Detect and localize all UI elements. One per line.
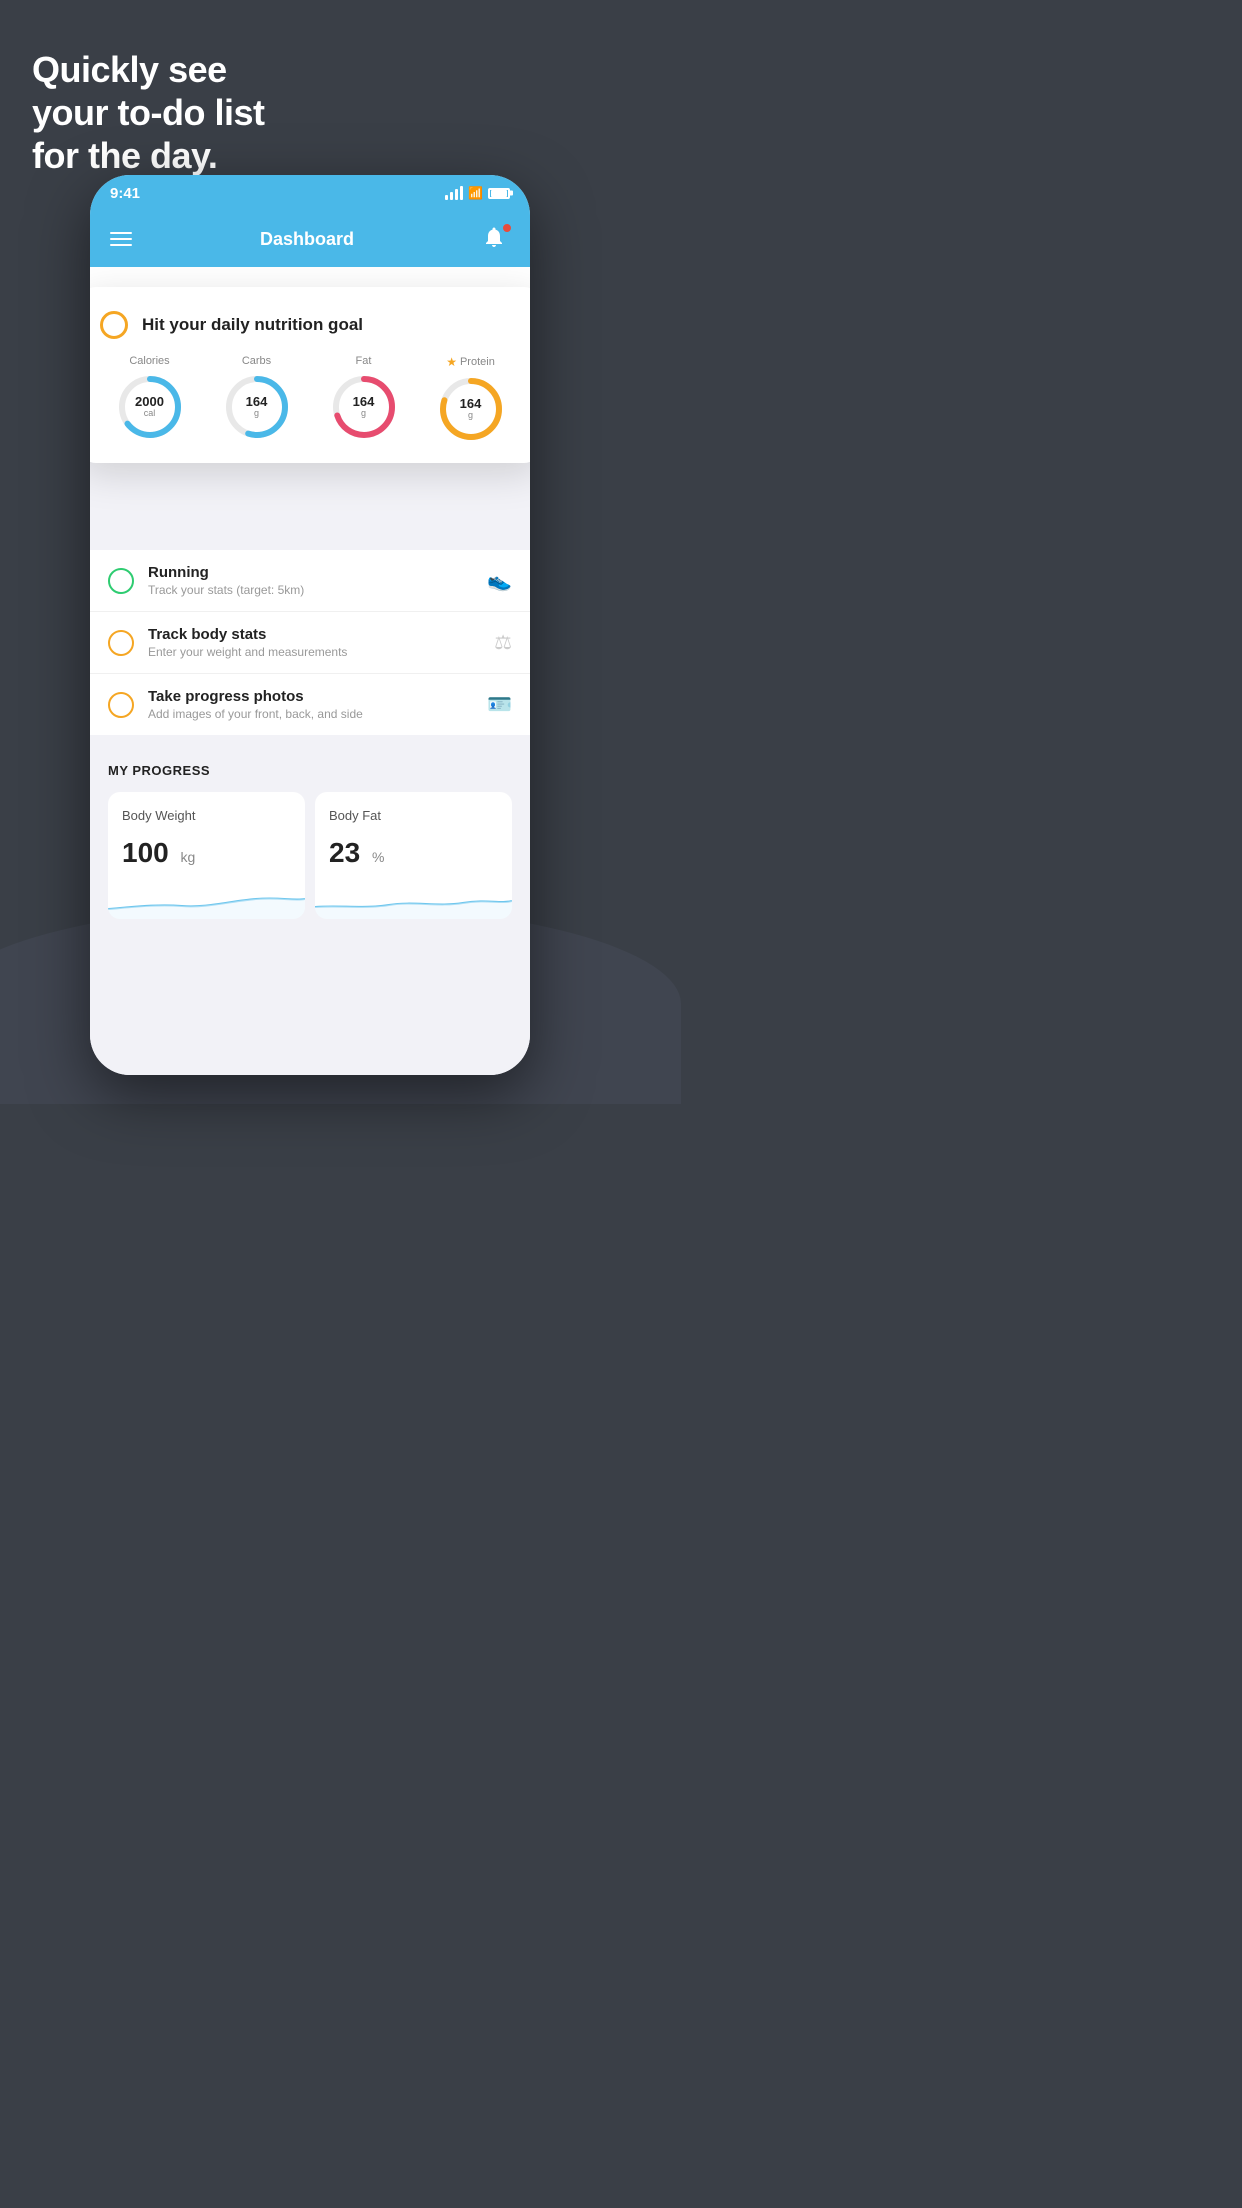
nutrition-check-circle <box>100 311 128 339</box>
notification-badge <box>502 223 512 233</box>
carbs-unit: g <box>246 409 268 419</box>
body-stats-title: Track body stats <box>148 626 480 643</box>
running-subtitle: Track your stats (target: 5km) <box>148 583 473 597</box>
progress-section: MY PROGRESS Body Weight 100 kg <box>90 743 530 929</box>
progress-photos-title: Take progress photos <box>148 688 473 705</box>
body-weight-title: Body Weight <box>122 808 291 823</box>
signal-icon <box>445 186 463 200</box>
calories-label: Calories <box>129 355 169 367</box>
fat-value: 164 <box>353 395 375 409</box>
body-fat-title: Body Fat <box>329 808 498 823</box>
hero-line-2: your to-do list <box>32 91 264 134</box>
todo-list: Running Track your stats (target: 5km) 👟… <box>90 550 530 735</box>
fat-donut: 164 g <box>330 373 398 441</box>
body-stats-subtitle: Enter your weight and measurements <box>148 645 480 659</box>
status-bar: 9:41 📶 <box>90 175 530 211</box>
fat-center: 164 g <box>353 395 375 419</box>
body-fat-value-row: 23 % <box>329 837 498 869</box>
running-shoe-icon: 👟 <box>487 568 512 593</box>
protein-center: 164 g <box>460 397 482 421</box>
carbs-value: 164 <box>246 395 268 409</box>
carbs-donut: 164 g <box>223 373 291 441</box>
person-photo-icon: 🪪 <box>487 692 512 717</box>
notification-bell-button[interactable] <box>482 225 510 253</box>
hero-line-1: Quickly see <box>32 48 264 91</box>
todo-item-running[interactable]: Running Track your stats (target: 5km) 👟 <box>90 550 530 612</box>
body-fat-chart <box>315 879 512 919</box>
progress-photos-subtitle: Add images of your front, back, and side <box>148 707 473 721</box>
body-weight-number: 100 <box>122 837 169 868</box>
fat-unit: g <box>353 409 375 419</box>
hero-text-block: Quickly see your to-do list for the day. <box>32 48 264 178</box>
progress-photos-check-circle <box>108 692 134 718</box>
phone-frame: 9:41 📶 Dashboard THINGS TO DO TODAY <box>90 175 530 1075</box>
carbs-center: 164 g <box>246 395 268 419</box>
status-time: 9:41 <box>110 185 140 202</box>
carbs-label: Carbs <box>242 355 271 367</box>
protein-donut: 164 g <box>437 375 505 443</box>
status-icons: 📶 <box>445 186 510 200</box>
phone-content: THINGS TO DO TODAY Hit your daily nutrit… <box>90 267 530 1075</box>
wifi-icon: 📶 <box>468 186 483 200</box>
nutrition-card-title: Hit your daily nutrition goal <box>142 315 363 335</box>
app-header: Dashboard <box>90 211 530 267</box>
body-weight-value-row: 100 kg <box>122 837 291 869</box>
body-fat-number: 23 <box>329 837 360 868</box>
progress-photos-text: Take progress photos Add images of your … <box>148 688 473 721</box>
running-title: Running <box>148 564 473 581</box>
body-fat-unit: % <box>372 849 384 865</box>
calories-value: 2000 <box>135 395 164 409</box>
running-text: Running Track your stats (target: 5km) <box>148 564 473 597</box>
calories-donut: 2000 cal <box>116 373 184 441</box>
body-weight-unit: kg <box>181 849 196 865</box>
calories-unit: cal <box>135 409 164 419</box>
header-title: Dashboard <box>260 229 354 250</box>
fat-label: Fat <box>356 355 372 367</box>
protein-item: ★ Protein 164 g <box>421 355 520 443</box>
hero-line-3: for the day. <box>32 134 264 177</box>
body-stats-check-circle <box>108 630 134 656</box>
running-check-circle <box>108 568 134 594</box>
scale-icon: ⚖ <box>494 630 512 655</box>
progress-section-title: MY PROGRESS <box>108 763 512 778</box>
calories-item: Calories 2000 cal <box>100 355 199 443</box>
nutrition-card-header: Hit your daily nutrition goal <box>100 311 520 339</box>
body-weight-chart <box>108 879 305 919</box>
body-weight-card[interactable]: Body Weight 100 kg <box>108 792 305 919</box>
nutrition-grid: Calories 2000 cal Carbs <box>100 355 520 443</box>
fat-item: Fat 164 g <box>314 355 413 443</box>
body-stats-text: Track body stats Enter your weight and m… <box>148 626 480 659</box>
protein-star-icon: ★ <box>446 355 457 369</box>
protein-value: 164 <box>460 397 482 411</box>
hamburger-menu-button[interactable] <box>110 232 132 246</box>
protein-label: ★ Protein <box>446 355 495 369</box>
todo-item-body-stats[interactable]: Track body stats Enter your weight and m… <box>90 612 530 674</box>
battery-icon <box>488 188 510 199</box>
body-fat-card[interactable]: Body Fat 23 % <box>315 792 512 919</box>
floating-nutrition-card[interactable]: Hit your daily nutrition goal Calories 2… <box>90 287 530 463</box>
protein-unit: g <box>460 411 482 421</box>
todo-item-progress-photos[interactable]: Take progress photos Add images of your … <box>90 674 530 735</box>
carbs-item: Carbs 164 g <box>207 355 306 443</box>
calories-center: 2000 cal <box>135 395 164 419</box>
progress-cards-row: Body Weight 100 kg Body Fat <box>108 792 512 919</box>
